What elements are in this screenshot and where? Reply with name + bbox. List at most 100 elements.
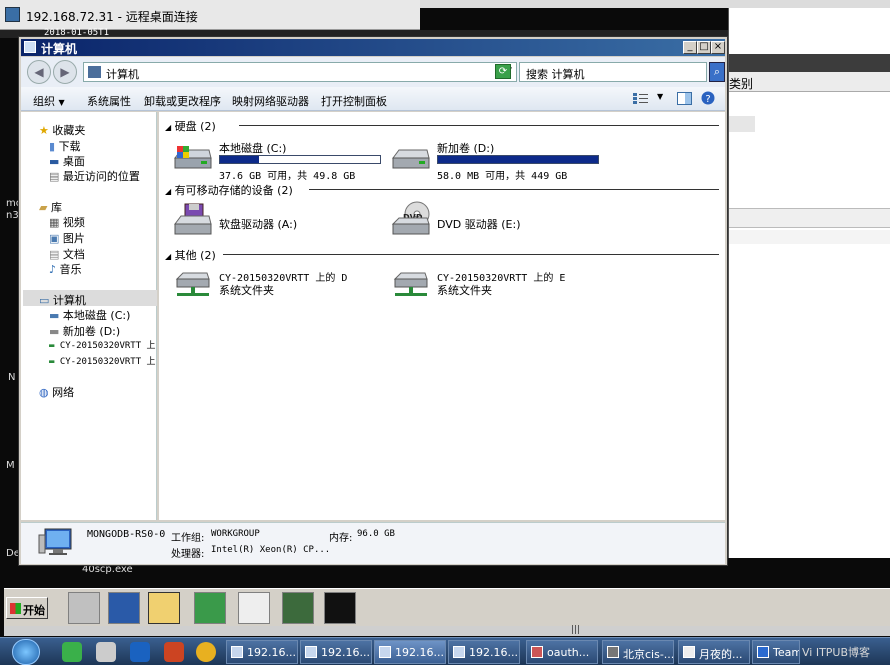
nav-downloads[interactable]: ▮ 下载 <box>49 138 81 154</box>
taskbar-item[interactable]: 月夜的... <box>678 640 750 664</box>
powershell-icon[interactable] <box>108 592 140 624</box>
collapse-icon: ◢ <box>165 123 172 132</box>
nav-computer-label: 计算机 <box>52 294 86 307</box>
command-prompt-icon[interactable] <box>324 592 356 624</box>
preview-pane-icon[interactable] <box>677 92 692 105</box>
chrome-icon[interactable] <box>196 642 216 662</box>
network-card-icon[interactable] <box>282 592 314 624</box>
window-title-bar[interactable]: 计算机 _ □ × <box>21 39 725 56</box>
taskbar-item-label: oauth... <box>547 646 590 659</box>
drive-icon <box>392 149 430 169</box>
organize-button[interactable]: 组织 ▼ <box>33 93 65 109</box>
nav-network-label: 网络 <box>52 386 75 399</box>
access-icon[interactable] <box>164 642 184 662</box>
nav-new-volume-d[interactable]: ▬ 新加卷 (D:) <box>49 323 120 339</box>
taskbar-item[interactable]: 北京cis-... <box>602 640 674 664</box>
network-drive-e-tile[interactable]: CY-20150320VRTT 上的 E 系统文件夹 <box>391 267 601 307</box>
taskbar-item[interactable]: 192.16... <box>448 640 520 664</box>
nav-pictures[interactable]: ▣ 图片 <box>49 230 85 246</box>
group-hard-disks[interactable]: ◢ 硬盘 (2) <box>165 118 216 134</box>
maximize-button[interactable]: □ <box>697 41 711 54</box>
taskbar-item-active[interactable]: 192.16... <box>374 640 446 664</box>
drive-d-tile[interactable]: 新加卷 (D:) 58.0 MB 可用，共 449 GB <box>391 140 601 182</box>
refresh-button[interactable]: ⟳ <box>495 64 511 79</box>
details-pane: MONGODB-RS0-0 工作组: WORKGROUP 内存: 96.0 GB… <box>21 522 725 564</box>
taskbar-item[interactable]: 192.16... <box>300 640 372 664</box>
background-column-header[interactable]: 类别 <box>729 72 890 92</box>
documents-icon: ▤ <box>49 248 60 261</box>
nav-favorites[interactable]: ★ 收藏夹 <box>39 122 85 138</box>
browser-icon[interactable] <box>238 592 270 624</box>
nav-libraries-label: 库 <box>50 201 62 214</box>
nav-recent-places[interactable]: ▤ 最近访问的位置 <box>49 168 140 184</box>
collapse-icon: ◢ <box>165 187 172 196</box>
network-drive-icon: ▬ <box>49 357 55 367</box>
remote-desktop-icon <box>305 646 317 658</box>
taskbar-item[interactable]: oauth... <box>526 640 598 664</box>
nav-libraries[interactable]: ▰ 库 <box>39 199 62 215</box>
taskbar-item-label: 月夜的... <box>699 648 743 661</box>
map-network-drive-button[interactable]: 映射网络驱动器 <box>232 93 309 109</box>
windows-start-orb[interactable] <box>12 639 40 665</box>
window-title: 计算机 <box>41 42 78 56</box>
nav-net-d-label: CY-20150320VRTT 上 <box>59 341 156 351</box>
open-control-panel-button[interactable]: 打开控制面板 <box>321 93 387 109</box>
system-drive-icon: ▬ <box>49 309 60 322</box>
nav-local-disk-c[interactable]: ▬ 本地磁盘 (C:) <box>49 307 130 323</box>
nav-recent-label: 最近访问的位置 <box>62 170 140 183</box>
explorer-pinned-icon[interactable] <box>96 642 116 662</box>
taskbar-item-label: 北京cis-... <box>623 648 674 661</box>
nav-desktop[interactable]: ▬ 桌面 <box>49 153 85 169</box>
outlook-icon[interactable] <box>130 642 150 662</box>
dvd-drive-tile[interactable]: DVD DVD 驱动器 (E:) <box>391 200 601 242</box>
close-button[interactable]: × <box>711 41 725 54</box>
taskbar-item[interactable]: 192.16... <box>226 640 298 664</box>
group-other[interactable]: ◢ 其他 (2) <box>165 247 216 263</box>
search-input[interactable]: 搜索 计算机 <box>519 62 707 82</box>
nav-network-drive-d[interactable]: ▬ CY-20150320VRTT 上 <box>49 338 156 351</box>
background-window[interactable]: 类别 <box>728 8 890 558</box>
drive-c-tile[interactable]: 本地磁盘 (C:) 37.6 GB 可用，共 49.8 GB <box>173 140 383 182</box>
category-column-label: 类别 <box>729 77 754 91</box>
system-drive-icon <box>174 146 212 169</box>
nav-net-e-label: CY-20150320VRTT 上 <box>59 357 156 367</box>
svg-text:?: ? <box>705 94 710 105</box>
floppy-drive-name: 软盘驱动器 (A:) <box>219 218 298 231</box>
floppy-drive-tile[interactable]: 软盘驱动器 (A:) <box>173 202 383 242</box>
processor-value: Intel(R) Xeon(R) CP... <box>211 545 331 555</box>
group-removable[interactable]: ◢ 有可移动存储的设备 (2) <box>165 182 293 198</box>
taskbar-item[interactable]: Team... <box>752 640 800 664</box>
content-pane: ◢ 硬盘 (2) 本地磁盘 (C:) 37.6 GB 可用，共 49.8 GB … <box>159 112 725 520</box>
group-hard-disks-label: 硬盘 (2) <box>174 120 216 133</box>
uninstall-program-button[interactable]: 卸载或更改程序 <box>144 93 221 109</box>
search-icon[interactable]: ⌕ <box>709 62 725 82</box>
nav-music[interactable]: ♪ 音乐 <box>49 261 82 277</box>
help-icon[interactable]: ? <box>701 91 715 105</box>
nav-new-d-label: 新加卷 (D:) <box>62 325 121 338</box>
back-button[interactable]: ◀ <box>27 60 51 84</box>
address-bar[interactable]: 计算机 ▼ <box>83 62 517 82</box>
view-options-icon[interactable] <box>633 92 648 105</box>
server-manager-icon[interactable] <box>68 592 100 624</box>
forward-button[interactable]: ▶ <box>53 60 77 84</box>
ie-icon[interactable] <box>62 642 82 662</box>
mongodb-icon[interactable] <box>194 592 226 624</box>
system-properties-button[interactable]: 系统属性 <box>87 93 131 109</box>
nav-network-drive-e[interactable]: ▬ CY-20150320VRTT 上 <box>49 354 156 367</box>
minimize-button[interactable]: _ <box>683 41 697 54</box>
network-drive-d-tile[interactable]: CY-20150320VRTT 上的 D 系统文件夹 <box>173 267 383 307</box>
group-divider <box>239 125 719 126</box>
remote-start-button[interactable]: 开始 <box>6 597 48 619</box>
explorer-folder-icon[interactable] <box>148 592 180 624</box>
nav-network[interactable]: ◍ 网络 <box>39 384 74 400</box>
background-selected-row[interactable] <box>729 116 755 132</box>
computer-icon: ▭ <box>39 294 50 307</box>
nav-videos[interactable]: ▦ 视频 <box>49 214 85 230</box>
remote-horizontal-scrollbar[interactable]: ||| <box>4 625 890 636</box>
nav-computer[interactable]: ▭ 计算机 <box>39 292 86 308</box>
remote-desktop-icon <box>231 646 243 658</box>
taskbar-item-label: 192.16... <box>247 646 296 659</box>
address-text: 计算机 <box>106 68 139 81</box>
nav-documents[interactable]: ▤ 文档 <box>49 246 85 262</box>
chevron-down-icon[interactable]: ▼ <box>657 92 663 101</box>
